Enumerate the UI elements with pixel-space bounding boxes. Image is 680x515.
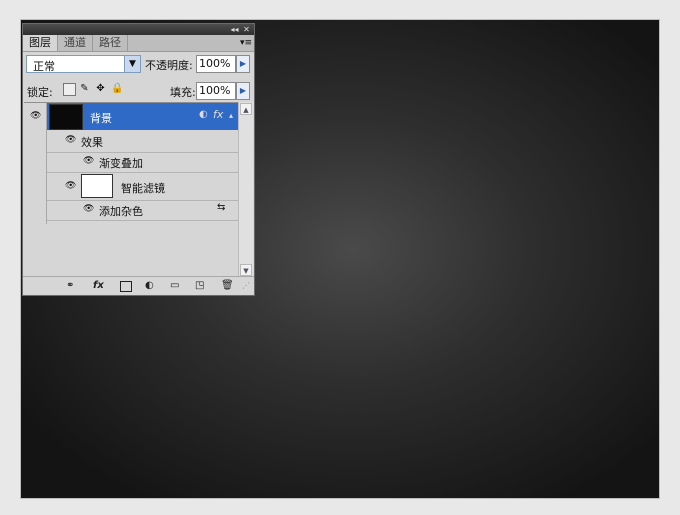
resize-grip-icon[interactable]: ⋰	[242, 280, 250, 292]
fill-slider-button[interactable]: ▶	[236, 82, 250, 100]
lock-transparency-icon[interactable]	[63, 83, 76, 96]
lock-brush-icon[interactable]: ✎	[79, 83, 90, 94]
effect-label: 渐变叠加	[99, 157, 143, 170]
filter-mask-thumbnail[interactable]	[81, 174, 113, 198]
layer-thumbnail	[49, 104, 83, 130]
chevron-down-icon[interactable]: ▼	[124, 56, 140, 72]
layer-row-background[interactable]: 👁 背景 ◐ fx ▴	[24, 103, 238, 130]
fx-icon[interactable]: fx	[93, 280, 104, 292]
effect-row-gradient-overlay[interactable]: 👁 渐变叠加	[47, 152, 238, 173]
visibility-toggle[interactable]: 👁	[24, 103, 47, 130]
lock-label: 锁定:	[27, 86, 53, 99]
link-layers-icon[interactable]: ⚭	[66, 280, 74, 292]
smart-object-icon: ◐	[199, 109, 208, 120]
layer-list: 👁 背景 ◐ fx ▴ 👁 效果 👁 渐变叠加 👁 智能滤镜 👁 添加杂色 ⇆	[24, 102, 238, 278]
effects-label: 效果	[81, 136, 103, 149]
panel-tabs: 图层 通道 路径 ▾≡	[23, 35, 254, 52]
trash-icon[interactable]: 🗑	[221, 280, 234, 292]
new-group-icon[interactable]: ▭	[170, 280, 179, 292]
blend-mode-value: 正常	[33, 60, 55, 73]
add-mask-icon[interactable]	[120, 281, 132, 292]
filter-label: 添加杂色	[99, 205, 143, 218]
blend-opacity-row: 正常 ▼ 不透明度: 100% ▶	[26, 55, 251, 75]
panel-menu-icon[interactable]: ▾≡	[238, 35, 254, 51]
lock-fill-row: 锁定: ✎ ✥ 🔒 填充: 100% ▶	[26, 81, 251, 101]
layer-name[interactable]: 背景	[90, 110, 112, 126]
filter-row-add-noise[interactable]: 👁 添加杂色 ⇆	[47, 200, 238, 221]
smart-filters-label: 智能滤镜	[121, 182, 165, 195]
layers-panel: ◂◂ ✕ 图层 通道 路径 ▾≡ 正常 ▼ 不透明度: 100% ▶ 锁定: ✎…	[22, 23, 255, 296]
opacity-label: 不透明度:	[145, 59, 193, 72]
opacity-slider-button[interactable]: ▶	[236, 55, 250, 73]
layer-list-scrollbar[interactable]: ▲ ▼	[238, 102, 253, 277]
blend-mode-select[interactable]: 正常 ▼	[26, 55, 141, 73]
fx-icon[interactable]: fx	[213, 108, 223, 121]
tab-layers[interactable]: 图层	[23, 35, 58, 51]
panel-bottom-bar: ⚭ fx ◐ ▭ ◳ 🗑 ⋰	[23, 276, 254, 295]
expand-triangle-icon[interactable]: ▴	[229, 111, 233, 120]
effects-row[interactable]: 👁 效果	[47, 130, 238, 153]
collapse-icon[interactable]: ◂◂	[229, 24, 240, 35]
eye-icon[interactable]: 👁	[83, 156, 94, 166]
lock-all-icon[interactable]: 🔒	[111, 83, 123, 94]
fill-input[interactable]: 100%	[196, 82, 236, 100]
adjustment-layer-icon[interactable]: ◐	[145, 280, 154, 292]
new-layer-icon[interactable]: ◳	[195, 280, 204, 292]
eye-icon[interactable]: 👁	[83, 204, 94, 214]
eye-icon[interactable]: 👁	[65, 181, 76, 191]
fill-label: 填充:	[170, 86, 196, 99]
opacity-input[interactable]: 100%	[196, 55, 236, 73]
eye-icon[interactable]: 👁	[30, 111, 41, 121]
tab-paths[interactable]: 路径	[93, 35, 128, 51]
eye-icon[interactable]: 👁	[65, 135, 76, 145]
scroll-down-icon[interactable]: ▼	[240, 264, 252, 276]
tab-channels[interactable]: 通道	[58, 35, 93, 51]
layer-selection-highlight: 背景 ◐ fx ▴	[47, 103, 238, 130]
panel-titlebar[interactable]: ◂◂ ✕	[23, 24, 254, 35]
scroll-up-icon[interactable]: ▲	[240, 103, 252, 115]
lock-move-icon[interactable]: ✥	[95, 83, 106, 94]
close-icon[interactable]: ✕	[241, 24, 252, 35]
eye-column	[24, 130, 47, 224]
smart-filters-row[interactable]: 👁 智能滤镜	[47, 172, 238, 201]
filter-options-icon[interactable]: ⇆	[217, 202, 225, 213]
